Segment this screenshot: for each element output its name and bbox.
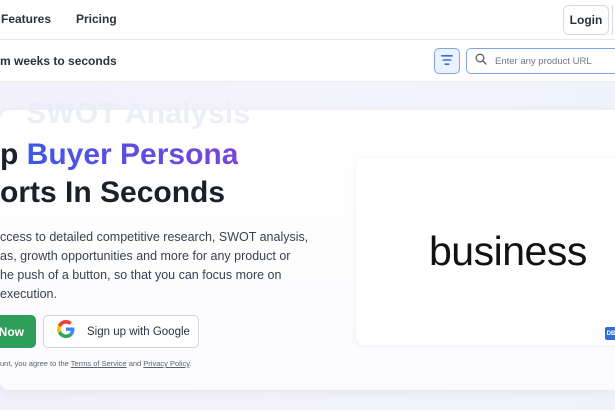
headline-highlight: Buyer Persona bbox=[26, 138, 239, 171]
sub-bar: m weeks to seconds Enter any product URL bbox=[0, 40, 615, 82]
google-signup-label: Sign up with Google bbox=[87, 325, 190, 338]
rotating-feature-ghost-text: SWOT Analysis bbox=[26, 97, 251, 130]
terms-of-service-link[interactable]: Terms of Service bbox=[71, 359, 127, 368]
search-icon bbox=[475, 52, 487, 70]
filter-button[interactable] bbox=[434, 48, 460, 74]
tagline: m weeks to seconds bbox=[0, 54, 117, 68]
terms-notice: unt, you agree to the Terms of Service a… bbox=[0, 359, 192, 368]
start-now-label: Now bbox=[0, 324, 24, 339]
google-signup-button[interactable]: Sign up with Google bbox=[43, 315, 199, 348]
top-nav: Features Pricing Login bbox=[0, 0, 615, 40]
hero-headline-line-2: orts In Seconds bbox=[0, 176, 226, 209]
headline-prefix: p bbox=[0, 138, 27, 171]
privacy-policy-link[interactable]: Privacy Policy bbox=[143, 359, 189, 368]
terms-suffix: . bbox=[189, 359, 192, 368]
nav-features-link[interactable]: Features bbox=[1, 12, 51, 26]
start-now-button[interactable]: Now bbox=[0, 315, 36, 348]
hero-headline-line-1: p Buyer Persona bbox=[0, 136, 345, 174]
media-badge: DB bbox=[605, 327, 615, 340]
terms-prefix: unt, you agree to the bbox=[0, 359, 71, 368]
login-button[interactable]: Login bbox=[563, 5, 609, 35]
media-logo-word: business bbox=[429, 228, 587, 274]
hero-headline: p Buyer Persona orts In Seconds bbox=[0, 136, 345, 212]
hero-description-line: as, growth opportunities and more for an… bbox=[0, 249, 291, 263]
hero-description-line: execution. bbox=[0, 287, 57, 301]
nav-pricing-link[interactable]: Pricing bbox=[76, 12, 117, 26]
hero-description-line: he push of a button, so that you can foc… bbox=[0, 268, 282, 282]
login-button-label: Login bbox=[569, 13, 603, 27]
search-placeholder: Enter any product URL bbox=[495, 55, 592, 67]
filter-lines-icon bbox=[441, 52, 453, 70]
media-badge-text: DB bbox=[606, 330, 615, 337]
google-icon bbox=[57, 320, 75, 343]
terms-and: and bbox=[126, 359, 144, 368]
hero-description: ccess to detailed competitive research, … bbox=[0, 228, 309, 304]
product-url-search[interactable]: Enter any product URL bbox=[466, 48, 615, 74]
hero-description-line: ccess to detailed competitive research, … bbox=[0, 230, 309, 244]
